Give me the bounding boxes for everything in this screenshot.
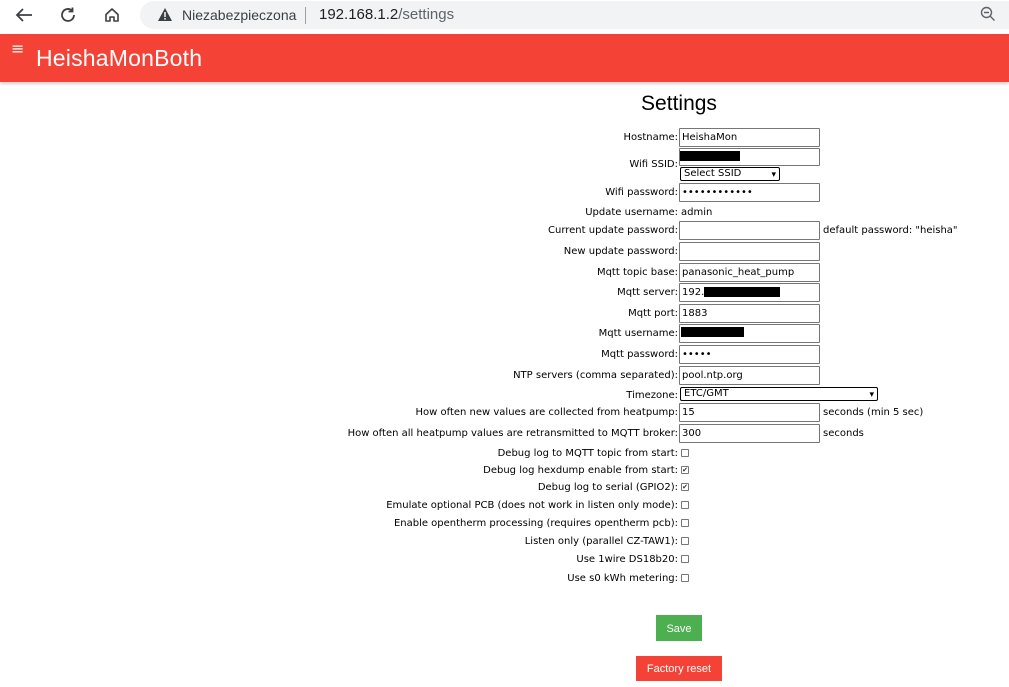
- browser-toolbar: Niezabezpieczona 192.168.1.2/settings: [0, 0, 1009, 32]
- checkbox-label: Debug log to serial (GPIO2):: [537, 482, 678, 493]
- wifi-password-label: Wifi password:: [605, 187, 678, 198]
- collect-interval-note: seconds (min 5 sec): [823, 407, 924, 418]
- retransmit-interval-row: How often all heatpump values are retran…: [0, 424, 1009, 444]
- collect-interval-input[interactable]: [679, 403, 820, 422]
- wifi-ssid-label: Wifi SSID:: [629, 159, 678, 170]
- debug-mqtt-checkbox[interactable]: [681, 449, 689, 457]
- retransmit-interval-input[interactable]: [679, 424, 820, 443]
- update-username-label: Update username:: [585, 207, 678, 218]
- listen-only-checkbox[interactable]: [681, 537, 689, 545]
- mqtt-username-row: Mqtt username:: [0, 324, 1009, 344]
- debug-serial-checkbox[interactable]: ✔: [681, 483, 689, 491]
- back-arrow-icon[interactable]: [12, 4, 36, 26]
- url-text[interactable]: 192.168.1.2/settings: [319, 6, 454, 23]
- ntp-servers-input[interactable]: [679, 366, 820, 385]
- retransmit-interval-note: seconds: [823, 428, 864, 439]
- mqtt-port-label: Mqtt port:: [628, 308, 678, 319]
- factory-reset-button[interactable]: Factory reset: [636, 656, 722, 681]
- mqtt-password-label: Mqtt password:: [601, 349, 678, 360]
- new-update-password-label: New update password:: [563, 246, 678, 257]
- mqtt-password-input[interactable]: [679, 345, 820, 364]
- checkbox-row: Enable opentherm processing (requires op…: [0, 514, 1009, 534]
- new-update-password-input[interactable]: [679, 242, 820, 261]
- mqtt-password-row: Mqtt password:: [0, 345, 1009, 365]
- hostname-row: Hostname:: [0, 128, 1009, 148]
- mqtt-server-label: Mqtt server:: [617, 287, 678, 298]
- chevron-down-icon: ▾: [771, 170, 776, 180]
- url-path: /settings: [398, 6, 455, 23]
- warning-icon[interactable]: [157, 7, 173, 22]
- opentherm-checkbox[interactable]: [681, 519, 689, 527]
- debug-hexdump-checkbox[interactable]: ✔: [681, 466, 689, 474]
- timezone-value: ETC/GMT: [684, 388, 729, 399]
- s0-metering-checkbox[interactable]: [681, 574, 689, 582]
- address-bar[interactable]: Niezabezpieczona 192.168.1.2/settings: [140, 1, 1009, 29]
- collect-interval-label: How often new values are collected from …: [415, 407, 678, 418]
- mqtt-port-input[interactable]: [679, 304, 820, 323]
- checkbox-label: Listen only (parallel CZ-TAW1):: [524, 536, 678, 547]
- update-username-value: admin: [681, 207, 713, 218]
- reload-icon[interactable]: [56, 4, 80, 26]
- checkbox-label: Use 1wire DS18b20:: [576, 554, 678, 565]
- mqtt-username-label: Mqtt username:: [598, 328, 678, 339]
- timezone-select[interactable]: ETC/GMT ▾: [680, 387, 878, 401]
- checkbox-row: Debug log to serial (GPIO2): ✔: [0, 478, 1009, 498]
- update-username-row: Update username: admin: [0, 203, 1009, 223]
- app-title: HeishaMonBoth: [36, 45, 203, 71]
- ssid-select[interactable]: Select SSID ▾: [680, 167, 780, 181]
- redacted-username: [681, 327, 744, 337]
- app-header: ≡ HeishaMonBoth: [0, 34, 1009, 82]
- chevron-down-icon: ▾: [869, 390, 874, 400]
- mqtt-server-row: Mqtt server:: [0, 283, 1009, 303]
- omnibox-divider: [305, 7, 306, 24]
- checkbox-label: Enable opentherm processing (requires op…: [393, 518, 678, 529]
- ntp-servers-label: NTP servers (comma separated):: [513, 370, 678, 381]
- mqtt-topic-base-row: Mqtt topic base:: [0, 263, 1009, 283]
- checkbox-row: Emulate optional PCB (does not work in l…: [0, 496, 1009, 516]
- checkbox-row: Use s0 kWh metering:: [0, 569, 1009, 589]
- checkbox-label: Use s0 kWh metering:: [567, 573, 678, 584]
- emulate-pcb-checkbox[interactable]: [681, 501, 689, 509]
- mqtt-port-row: Mqtt port:: [0, 304, 1009, 324]
- hamburger-menu-icon[interactable]: ≡: [11, 41, 24, 57]
- onewire-checkbox[interactable]: [681, 555, 689, 563]
- wifi-password-input[interactable]: [679, 183, 820, 202]
- default-password-note: default password: "heisha": [823, 225, 958, 236]
- home-icon[interactable]: [100, 4, 124, 26]
- collect-interval-row: How often new values are collected from …: [0, 403, 1009, 423]
- security-label[interactable]: Niezabezpieczona: [182, 7, 296, 23]
- checkbox-label: Debug log hexdump enable from start:: [483, 465, 678, 476]
- page-title: Settings: [641, 92, 717, 115]
- mqtt-topic-base-input[interactable]: [679, 263, 820, 282]
- checkbox-label: Debug log to MQTT topic from start:: [497, 448, 678, 459]
- zoom-out-icon[interactable]: [980, 6, 996, 22]
- current-update-password-row: Current update password: default passwor…: [0, 221, 1009, 241]
- redacted-ssid: [680, 151, 740, 161]
- current-update-password-label: Current update password:: [548, 225, 678, 236]
- wifi-ssid-row: Wifi SSID: Select SSID ▾: [0, 148, 1009, 182]
- checkmark-icon: ✔: [682, 465, 688, 474]
- checkmark-icon: ✔: [682, 482, 688, 491]
- ssid-select-value: Select SSID: [684, 168, 742, 179]
- retransmit-interval-label: How often all heatpump values are retran…: [347, 428, 678, 439]
- current-update-password-input[interactable]: [679, 221, 820, 240]
- ntp-servers-row: NTP servers (comma separated):: [0, 366, 1009, 386]
- checkbox-label: Emulate optional PCB (does not work in l…: [386, 500, 678, 511]
- checkbox-row: Listen only (parallel CZ-TAW1):: [0, 532, 1009, 552]
- save-button[interactable]: Save: [656, 615, 702, 641]
- new-update-password-row: New update password:: [0, 242, 1009, 262]
- redacted-server: [704, 287, 780, 297]
- hostname-label: Hostname:: [623, 132, 679, 143]
- url-host: 192.168.1.2: [319, 6, 399, 23]
- hostname-input[interactable]: [679, 128, 820, 147]
- mqtt-topic-base-label: Mqtt topic base:: [596, 267, 678, 278]
- wifi-password-row: Wifi password:: [0, 183, 1009, 203]
- checkbox-row: Use 1wire DS18b20:: [0, 550, 1009, 570]
- timezone-label: Timezone:: [626, 390, 678, 401]
